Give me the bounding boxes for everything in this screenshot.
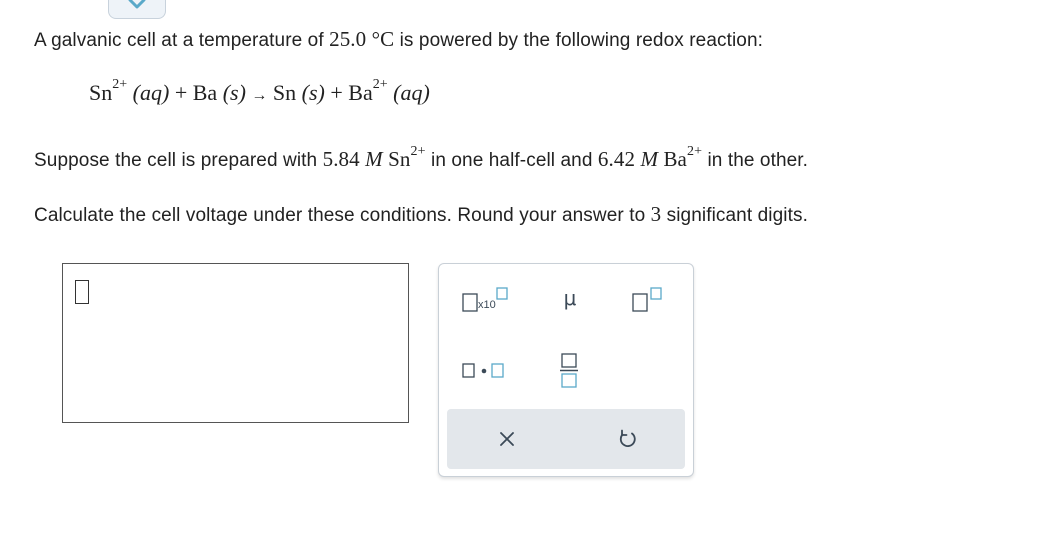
close-icon [500,432,514,446]
prep-tail: in the other. [707,150,809,171]
plus-sign: + [330,80,343,105]
product-ba-state: (aq) [393,80,430,105]
multiply-dot-button[interactable] [461,360,511,384]
sn-concentration: 5.84 [322,147,360,171]
mu-button[interactable]: μ [555,286,585,316]
multiply-dot-icon [462,363,504,378]
fraction-button[interactable] [559,352,581,390]
superscript-icon [632,287,662,312]
prep-mid: in one half-cell and [431,150,593,171]
superscript-button[interactable] [631,286,673,316]
intro-text: A galvanic cell at a temperature of [34,30,324,51]
undo-icon [619,429,636,447]
answer-cursor-placeholder [75,280,89,304]
temperature-value: 25.0 °C [329,27,395,51]
math-palette: x10 μ [438,263,694,477]
intro-tail: is powered by the following redox reacti… [399,30,763,51]
ba-ion: Ba [663,147,687,171]
reactant-sn: Sn [89,80,113,105]
answer-input[interactable] [62,263,409,423]
redox-equation: Sn2+ (aq) + Ba (s) → Sn (s) + Ba2+ (aq) [89,76,430,106]
reactant-ba: Ba [192,80,218,105]
plus-sign: + [174,80,188,105]
fraction-icon [560,353,578,388]
scientific-notation-button[interactable]: x10 [461,286,513,320]
molar-unit: M [365,147,383,171]
prep-text: Suppose the cell is prepared with [34,150,318,171]
sn-ion-charge: 2+ [410,143,426,159]
product-ba: Ba [348,80,373,105]
question-line-2: Suppose the cell is prepared with 5.84 M… [34,143,809,172]
product-sn: Sn [272,80,297,105]
reactant-sn-state: (aq) [132,80,170,105]
reaction-arrow: → [251,87,268,104]
instruction-text: Calculate the cell voltage under these c… [34,205,646,226]
sig-digits: 3 [650,202,662,226]
ba-ion-charge: 2+ [686,143,703,159]
clear-button[interactable] [497,429,517,449]
palette-action-bar [447,409,685,469]
sn-ion: Sn [388,147,411,171]
product-ba-charge: 2+ [372,76,388,92]
question-line-3: Calculate the cell voltage under these c… [34,202,808,227]
chevron-down-icon [128,0,146,9]
instruction-tail: significant digits. [666,205,808,226]
reactant-ba-state: (s) [222,80,246,105]
x10-label: x10 [478,299,496,311]
question-line-1: A galvanic cell at a temperature of 25.0… [34,27,763,52]
ba-concentration: 6.42 [597,147,636,171]
product-sn-state: (s) [301,80,325,105]
reactant-sn-charge: 2+ [112,76,128,92]
mu-label: μ [563,286,577,310]
collapse-tab[interactable] [108,0,166,19]
undo-button[interactable] [616,428,638,450]
molar-unit: M [640,147,659,171]
